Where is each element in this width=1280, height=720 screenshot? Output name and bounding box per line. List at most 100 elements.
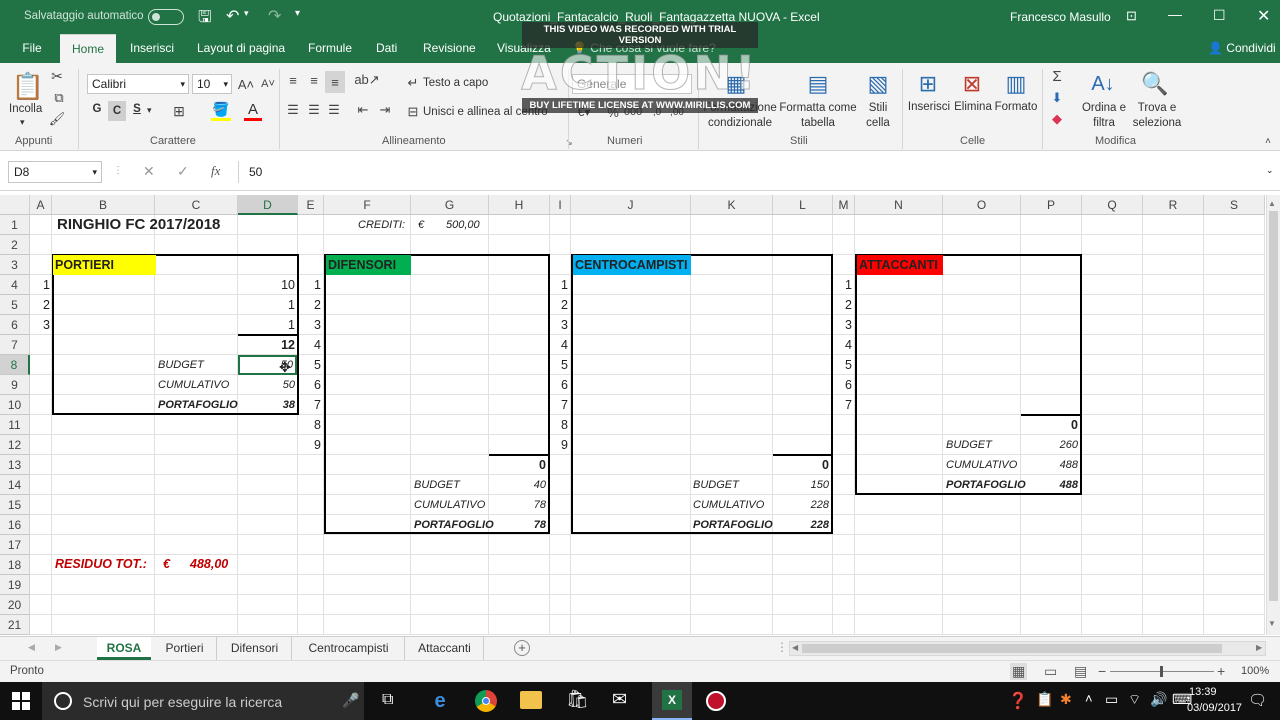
insert-function-icon[interactable]: fx <box>211 163 220 179</box>
thousands-icon[interactable]: 000 <box>624 103 642 121</box>
format-painter-icon[interactable]: 🖌 <box>48 110 66 128</box>
column-header-b[interactable]: B <box>52 195 155 215</box>
difensori-cumulativo-label[interactable]: CUMULATIVO <box>414 495 485 515</box>
tab-home[interactable]: Home <box>60 34 116 63</box>
name-box[interactable]: D8 ▾ <box>8 161 102 183</box>
help-icon[interactable]: ❓ <box>1008 691 1028 711</box>
cell-styles-button[interactable]: Stili cella <box>859 101 897 131</box>
tray-icon[interactable]: 📋 <box>1036 691 1053 708</box>
worksheet-grid[interactable]: ABCDEFGHIJKLMNOPQRS 1 2 3 4 5 6 7 8 9 10 11 12 13 14 1… <box>0 195 1265 635</box>
mail-icon[interactable]: ✉ <box>612 689 627 710</box>
clock-time[interactable]: 13:39 <box>1189 686 1217 698</box>
fill-icon[interactable]: ⬇ <box>1048 89 1066 107</box>
column-header-r[interactable]: R <box>1143 195 1204 215</box>
underline-button[interactable]: S <box>129 103 145 115</box>
decrease-indent-icon[interactable]: ⇤ <box>354 101 372 119</box>
paste-icon[interactable]: 📋 <box>10 69 46 103</box>
row-header-4[interactable]: 4 <box>0 275 30 295</box>
wrap-text-button[interactable]: Testo a capo <box>423 77 488 89</box>
difensori-total[interactable]: 0 <box>489 455 548 475</box>
merge-center-button[interactable]: Unisci e allinea al centro <box>423 106 548 118</box>
minimize-icon[interactable]: — <box>1168 6 1182 22</box>
column-header-a[interactable]: A <box>30 195 52 215</box>
column-header-e[interactable]: E <box>298 195 324 215</box>
task-view-icon[interactable]: ⧉ <box>382 691 393 709</box>
edge-icon[interactable]: e <box>428 689 452 713</box>
find-select-icon[interactable]: 🔍 <box>1140 69 1170 99</box>
credits-value[interactable]: 500,00 <box>446 215 480 235</box>
row-header-13[interactable]: 13 <box>0 455 30 475</box>
row-header-19[interactable]: 19 <box>0 575 30 595</box>
borders-icon[interactable]: ⊞ <box>170 101 188 121</box>
copy-icon[interactable]: ⧉ <box>48 89 70 107</box>
conditional-formatting-icon[interactable]: ▦ <box>721 69 751 99</box>
decrease-decimal-icon[interactable]: ,00 <box>668 103 686 121</box>
font-color-icon[interactable]: A <box>244 101 262 121</box>
microphone-icon[interactable]: 🎤 <box>342 692 359 709</box>
user-name[interactable]: Francesco Masullo <box>1010 10 1111 24</box>
clear-icon[interactable]: ◆ <box>1048 110 1066 128</box>
difensori-portafoglio-label[interactable]: PORTAFOGLIO <box>414 515 494 535</box>
attaccanti-header[interactable]: ATTACCANTI <box>857 255 943 275</box>
attaccanti-budget[interactable]: 260 <box>1021 435 1080 455</box>
show-hidden-icons[interactable]: ˄ <box>1085 691 1093 706</box>
scroll-left-icon[interactable]: ◀ <box>792 643 798 652</box>
centrocampisti-num[interactable]: 9 <box>550 435 571 455</box>
delete-cells-icon[interactable]: ⊠ <box>957 69 987 99</box>
volume-icon[interactable]: 🔊 <box>1150 691 1167 708</box>
centrocampisti-num[interactable]: 2 <box>550 295 571 315</box>
attaccanti-num[interactable]: 6 <box>833 375 855 395</box>
decrease-font-icon[interactable]: A˅ <box>259 74 277 94</box>
increase-font-icon[interactable]: A˄ <box>237 74 255 94</box>
increase-indent-icon[interactable]: ⇥ <box>376 101 394 119</box>
formula-input[interactable]: 50 <box>238 161 1268 183</box>
centrocampisti-budget-label[interactable]: BUDGET <box>693 475 739 495</box>
file-explorer-icon[interactable] <box>520 691 542 709</box>
underline-dropdown-icon[interactable]: ▾ <box>147 105 152 116</box>
format-as-table-icon[interactable]: ▤ <box>803 69 833 99</box>
record-app-icon[interactable] <box>706 691 726 711</box>
centrocampisti-num[interactable]: 6 <box>550 375 571 395</box>
attaccanti-num[interactable]: 4 <box>833 335 855 355</box>
row-header-20[interactable]: 20 <box>0 595 30 615</box>
centrocampisti-cumulativo-label[interactable]: CUMULATIVO <box>693 495 764 515</box>
column-header-s[interactable]: S <box>1204 195 1265 215</box>
delete-cells-button[interactable]: Elimina <box>951 101 995 113</box>
wrap-text-icon[interactable]: ↵ <box>404 74 422 92</box>
battery-icon[interactable]: ▭ <box>1105 691 1118 708</box>
align-middle-icon[interactable]: ≡ <box>305 71 323 89</box>
maximize-icon[interactable]: ☐ <box>1213 7 1226 24</box>
align-bottom-icon[interactable]: ≡ <box>325 71 345 93</box>
fill-color-icon[interactable]: 🪣 <box>211 101 231 121</box>
tab-data[interactable]: Dati <box>376 34 397 63</box>
column-header-m[interactable]: M <box>833 195 855 215</box>
column-header-n[interactable]: N <box>855 195 943 215</box>
portieri-portafoglio[interactable]: 38 <box>238 395 297 415</box>
row-header-10[interactable]: 10 <box>0 395 30 415</box>
autosave-toggle[interactable] <box>148 9 184 25</box>
cell-styles-icon[interactable]: ▧ <box>863 69 893 99</box>
centrocampisti-portafoglio[interactable]: 228 <box>773 515 831 535</box>
residuo-currency[interactable]: € <box>163 554 170 574</box>
horizontal-scroll-thumb[interactable] <box>802 644 1222 653</box>
format-as-table-button[interactable]: Formatta come tabella <box>779 101 857 131</box>
centrocampisti-portafoglio-label[interactable]: PORTAFOGLIO <box>693 515 773 535</box>
portieri-total[interactable]: 12 <box>238 335 297 355</box>
column-header-q[interactable]: Q <box>1082 195 1143 215</box>
difensori-num[interactable]: 7 <box>298 395 324 415</box>
row-header-9[interactable]: 9 <box>0 375 30 395</box>
centrocampisti-total[interactable]: 0 <box>773 455 831 475</box>
tab-split-grip[interactable]: ⋮ <box>776 640 788 654</box>
sheet-tab-centrocampisti[interactable]: Centrocampisti <box>293 637 405 660</box>
column-header-j[interactable]: J <box>571 195 691 215</box>
prev-sheet-icon[interactable]: ◀ <box>28 642 35 653</box>
column-header-p[interactable]: P <box>1021 195 1082 215</box>
tab-page-layout[interactable]: Layout di pagina <box>197 34 285 63</box>
font-size-dropdown[interactable]: 10 ▾ <box>192 74 232 94</box>
attaccanti-num[interactable]: 1 <box>833 275 855 295</box>
ribbon-display-icon[interactable]: ⊡ <box>1126 8 1137 24</box>
row-header-15[interactable]: 15 <box>0 495 30 515</box>
column-header-f[interactable]: F <box>324 195 411 215</box>
row-header-16[interactable]: 16 <box>0 515 30 535</box>
portieri-value[interactable]: 1 <box>238 315 297 335</box>
